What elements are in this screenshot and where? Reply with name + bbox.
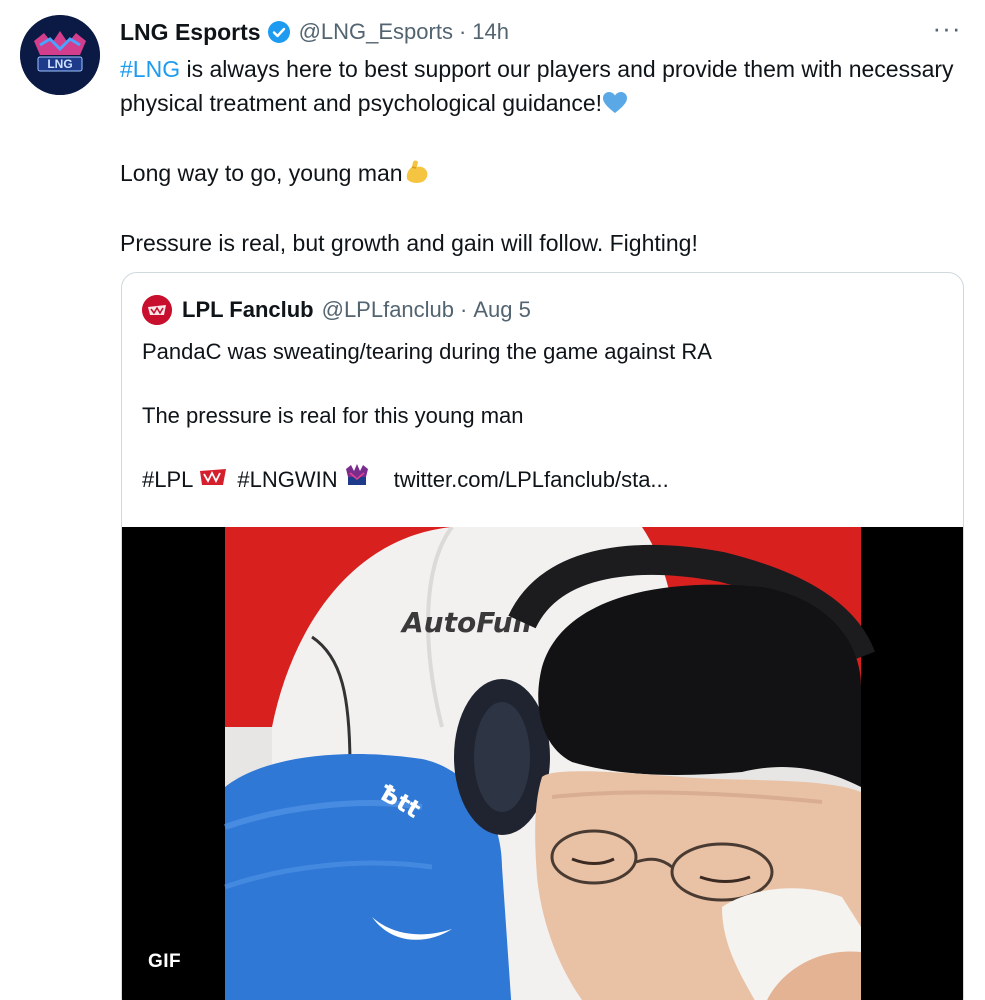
quoted-tweet-card[interactable]: LPL Fanclub @LPLfanclub · Aug 5 PandaC w… xyxy=(121,272,964,1000)
lng-logo-icon: LNG xyxy=(20,15,100,95)
tweet-timestamp[interactable]: 14h xyxy=(472,19,509,45)
author-handle[interactable]: @LNG_Esports xyxy=(299,19,453,45)
quote-author-name[interactable]: LPL Fanclub xyxy=(182,297,314,323)
gif-media[interactable]: AutoFull Ѣtt xyxy=(122,527,963,1000)
tweet-header: LNG Esports @LNG_Esports · 14h xyxy=(120,14,509,50)
author-name[interactable]: LNG Esports xyxy=(120,19,261,46)
gif-badge: GIF xyxy=(136,946,194,978)
more-options-icon[interactable]: ··· xyxy=(931,15,963,46)
quote-author-handle[interactable]: @LPLfanclub xyxy=(322,297,454,323)
quote-timestamp[interactable]: Aug 5 xyxy=(473,297,531,323)
quote-header: LPL Fanclub @LPLfanclub · Aug 5 xyxy=(142,293,531,327)
hashtag-lpl[interactable]: #LPL xyxy=(142,463,193,497)
lng-avatar[interactable]: LNG xyxy=(20,15,100,95)
hashtag-lngwin[interactable]: #LNGWIN xyxy=(237,463,337,497)
separator-dot: · xyxy=(458,19,467,44)
lng-logo-text: LNG xyxy=(47,57,72,71)
flexed-biceps-icon xyxy=(403,159,431,194)
quote-link[interactable]: twitter.com/LPLfanclub/sta... xyxy=(394,463,669,497)
hashtag-lng[interactable]: #LNG xyxy=(120,56,180,82)
quote-tags-line: #LPL #LNGWIN twitter.com/LPLfanclub/sta.… xyxy=(142,463,942,497)
verified-badge-icon xyxy=(267,20,291,44)
quote-line-2: The pressure is real for this young man xyxy=(142,403,524,428)
quote-line-1: PandaC was sweating/tearing during the g… xyxy=(142,339,712,364)
tweet: LNG LNG Esports @LNG_Esports · 14h ··· #… xyxy=(0,0,985,1000)
lng-emblem-icon xyxy=(344,463,370,497)
blue-heart-icon xyxy=(602,90,628,124)
tweet-line-1: #LNG is always here to best support our … xyxy=(120,52,960,124)
quote-body: PandaC was sweating/tearing during the g… xyxy=(142,335,942,497)
tweet-line-1-text: is always here to best support our playe… xyxy=(120,56,954,116)
tweet-line-2: Long way to go, young man xyxy=(120,156,960,194)
tweet-line-2-text: Long way to go, young man xyxy=(120,160,403,186)
lpl-avatar[interactable] xyxy=(142,295,172,325)
quote-separator-dot: · xyxy=(460,297,468,322)
lpl-flag-icon xyxy=(199,463,227,497)
tweet-body: #LNG is always here to best support our … xyxy=(120,52,960,260)
tweet-line-3: Pressure is real, but growth and gain wi… xyxy=(120,230,698,256)
gif-frame-image: AutoFull Ѣtt xyxy=(122,527,963,1000)
